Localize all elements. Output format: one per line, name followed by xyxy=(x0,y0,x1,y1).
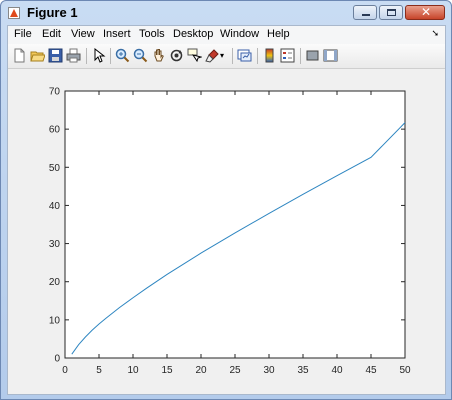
figure-canvas: 0 5 10 15 20 25 30 35 40 45 50 0 10 20 30 40 50 60 70 xyxy=(8,69,445,394)
toolbar-separator xyxy=(232,48,233,64)
figure-client-area: File Edit View Insert Tools Desktop Wind… xyxy=(7,25,446,395)
y-tick-label: 0 xyxy=(54,354,60,365)
menu-tools[interactable]: Tools xyxy=(139,28,165,40)
window-title: Figure 1 xyxy=(27,5,78,20)
toolbar-separator xyxy=(86,48,87,64)
x-tick-label: 50 xyxy=(399,365,411,376)
print-icon[interactable] xyxy=(66,48,81,63)
x-tick-label: 20 xyxy=(195,365,207,376)
maximize-button[interactable] xyxy=(379,5,403,20)
data-cursor-icon[interactable] xyxy=(187,48,202,63)
menu-desktop[interactable]: Desktop xyxy=(173,28,213,40)
toolbar-separator xyxy=(300,48,301,64)
pan-hand-icon[interactable] xyxy=(151,48,166,63)
x-tick-label: 40 xyxy=(331,365,343,376)
link-plot-icon[interactable] xyxy=(237,48,252,63)
y-tick-label: 40 xyxy=(49,201,61,212)
menu-view[interactable]: View xyxy=(71,28,95,40)
x-tick-label: 0 xyxy=(62,365,68,376)
rotate-3d-icon[interactable] xyxy=(169,48,184,63)
hide-plot-tools-icon[interactable] xyxy=(305,48,320,63)
menu-insert[interactable]: Insert xyxy=(103,28,131,40)
minimize-icon xyxy=(362,14,370,16)
close-icon: ✕ xyxy=(421,5,432,19)
y-tick-label: 60 xyxy=(49,125,61,136)
menu-edit[interactable]: Edit xyxy=(42,28,61,40)
toolbar-separator xyxy=(110,48,111,64)
x-tick-label: 35 xyxy=(297,365,309,376)
colorbar-icon[interactable] xyxy=(262,48,277,63)
pointer-icon[interactable] xyxy=(91,48,106,63)
zoom-in-icon[interactable] xyxy=(115,48,130,63)
y-tick-label: 30 xyxy=(49,239,61,250)
y-tick-label: 50 xyxy=(49,163,61,174)
brush-icon[interactable] xyxy=(205,48,220,63)
x-tick-label: 30 xyxy=(263,365,275,376)
x-tick-label: 5 xyxy=(96,365,102,376)
zoom-out-icon[interactable] xyxy=(133,48,148,63)
title-bar[interactable]: Figure 1 ✕ xyxy=(1,1,451,25)
new-figure-icon[interactable] xyxy=(12,48,27,63)
menu-window[interactable]: Window xyxy=(220,28,259,40)
figure-toolbar: ▾ xyxy=(8,44,445,69)
y-tick-label: 20 xyxy=(49,277,61,288)
x-tick-label: 10 xyxy=(127,365,139,376)
y-tick-label: 70 xyxy=(49,87,61,98)
x-tick-label: 45 xyxy=(365,365,377,376)
menu-bar: File Edit View Insert Tools Desktop Wind… xyxy=(8,26,445,45)
menu-overflow-icon[interactable]: ➘ xyxy=(431,28,439,39)
plot-svg[interactable]: 0 5 10 15 20 25 30 35 40 45 50 0 10 20 30 40 50 60 70 xyxy=(8,69,445,394)
matlab-app-icon xyxy=(8,7,20,19)
show-plot-tools-icon[interactable] xyxy=(323,48,338,63)
save-icon[interactable] xyxy=(48,48,63,63)
x-tick-label: 15 xyxy=(161,365,173,376)
brush-dropdown-icon[interactable]: ▾ xyxy=(220,48,228,63)
x-tick-label: 25 xyxy=(229,365,241,376)
maximize-icon xyxy=(387,9,396,16)
figure-window: Figure 1 ✕ File Edit View Insert Tools D… xyxy=(0,0,452,400)
window-controls: ✕ xyxy=(353,5,445,20)
legend-icon[interactable] xyxy=(280,48,295,63)
toolbar-separator xyxy=(257,48,258,64)
y-tick-label: 10 xyxy=(49,315,61,326)
open-file-icon[interactable] xyxy=(30,48,45,63)
menu-file[interactable]: File xyxy=(14,28,32,40)
axes-box[interactable] xyxy=(64,90,406,359)
minimize-button[interactable] xyxy=(353,5,377,20)
close-button[interactable]: ✕ xyxy=(405,5,445,20)
menu-help[interactable]: Help xyxy=(267,28,290,40)
